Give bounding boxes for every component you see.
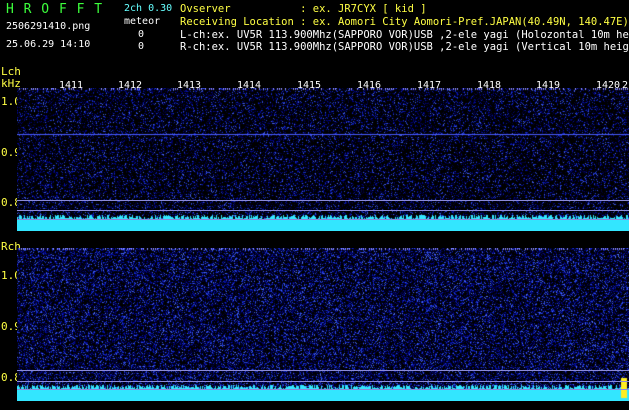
observer-info: Ovserver : ex. JR7CYX [ kid ] [180,3,427,15]
rch-info: R-ch:ex. UV5R 113.900Mhz(SAPPORO VOR)USB… [180,41,629,53]
location-info: Receiving Location : ex. Aomori City Aom… [180,16,629,28]
meteor-label: meteor [124,16,161,27]
rch-waterfall [17,248,629,401]
rch-ref-line [17,389,629,390]
app-name: H R O F F T [6,2,104,17]
rch-ref-line [17,370,629,371]
datetime-label: 25.06.29 14:10 [6,39,91,50]
lch-ref-line [17,210,629,211]
lch-info: L-ch:ex. UV5R 113.900Mhz(SAPPORO VOR)USB… [180,29,629,41]
lch-label: Lch [1,65,21,78]
hroft-window: H R O F F T 2ch 0.30 2506291410.png mete… [0,0,629,410]
rch-ref-line [17,381,629,382]
lch-ref-line [17,219,629,220]
meteor-count-r: 0 [138,41,145,52]
lch-ref-line [17,200,629,201]
mode-label: 2ch 0.30 [124,3,173,14]
meteor-count-l: 0 [138,29,145,40]
filename-label: 2506291410.png [6,21,91,32]
